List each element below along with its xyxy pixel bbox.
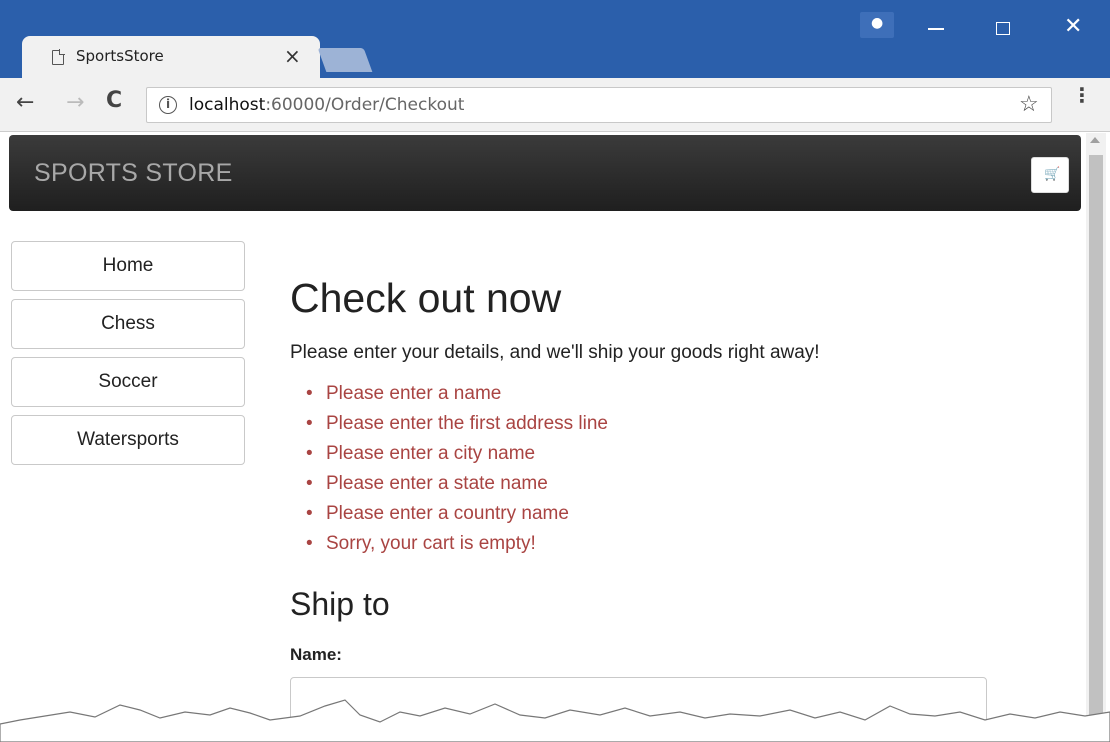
page-icon [52,49,65,65]
url-path: :60000/Order/Checkout [265,95,465,115]
new-tab-button[interactable] [317,48,373,72]
minimize-button[interactable] [928,28,944,30]
forward-button[interactable]: → [66,90,84,115]
name-field[interactable] [290,677,987,729]
sidebar-item-soccer[interactable]: Soccer [11,357,245,407]
tab-title: SportsStore [76,47,164,65]
browser-toolbar: ← → C i localhost:60000/Order/Checkout ☆… [0,78,1110,132]
page-viewport: SPORTS STORE 🛒 Home Chess Soccer Watersp… [0,133,1110,742]
tab-close-button[interactable]: × [284,44,301,68]
checkout-main: Check out now Please enter your details,… [290,133,1080,742]
brand-title[interactable]: SPORTS STORE [34,159,233,188]
reload-button[interactable]: C [106,88,122,113]
info-icon[interactable]: i [159,96,177,114]
page-title: Check out now [290,275,562,321]
sidebar-item-home[interactable]: Home [11,241,245,291]
url-text[interactable]: localhost:60000/Order/Checkout [189,95,464,115]
validation-error: Please enter the first address line [306,409,608,439]
validation-error: Please enter a country name [306,499,608,529]
vertical-scrollbar[interactable] [1086,133,1106,742]
browser-tab[interactable]: SportsStore × [22,36,320,79]
scroll-thumb[interactable] [1089,155,1103,742]
validation-error: Please enter a city name [306,439,608,469]
validation-summary: Please enter a name Please enter the fir… [306,379,608,559]
validation-error: Please enter a state name [306,469,608,499]
profile-button[interactable]: ● [860,12,894,38]
sidebar-item-chess[interactable]: Chess [11,299,245,349]
validation-error: Sorry, your cart is empty! [306,529,608,559]
browser-window: SportsStore × ● ✕ ← → C i localhost:6000… [0,0,1110,742]
url-host: localhost [189,95,266,115]
validation-error: Please enter a name [306,379,608,409]
person-icon: ● [871,15,884,31]
browser-menu-icon[interactable]: ⋮ [1072,85,1092,105]
back-button[interactable]: ← [16,90,34,115]
ship-to-heading: Ship to [290,586,390,622]
bookmark-star-icon[interactable]: ☆ [1019,91,1039,117]
scroll-up-arrow[interactable] [1090,137,1100,143]
maximize-button[interactable] [996,22,1010,35]
sidebar-item-watersports[interactable]: Watersports [11,415,245,465]
title-bar: SportsStore × ● ✕ [0,0,1110,79]
address-bar[interactable]: i localhost:60000/Order/Checkout ☆ [146,87,1052,123]
intro-text: Please enter your details, and we'll shi… [290,342,820,363]
name-label: Name: [290,645,342,664]
close-window-button[interactable]: ✕ [1064,14,1082,39]
